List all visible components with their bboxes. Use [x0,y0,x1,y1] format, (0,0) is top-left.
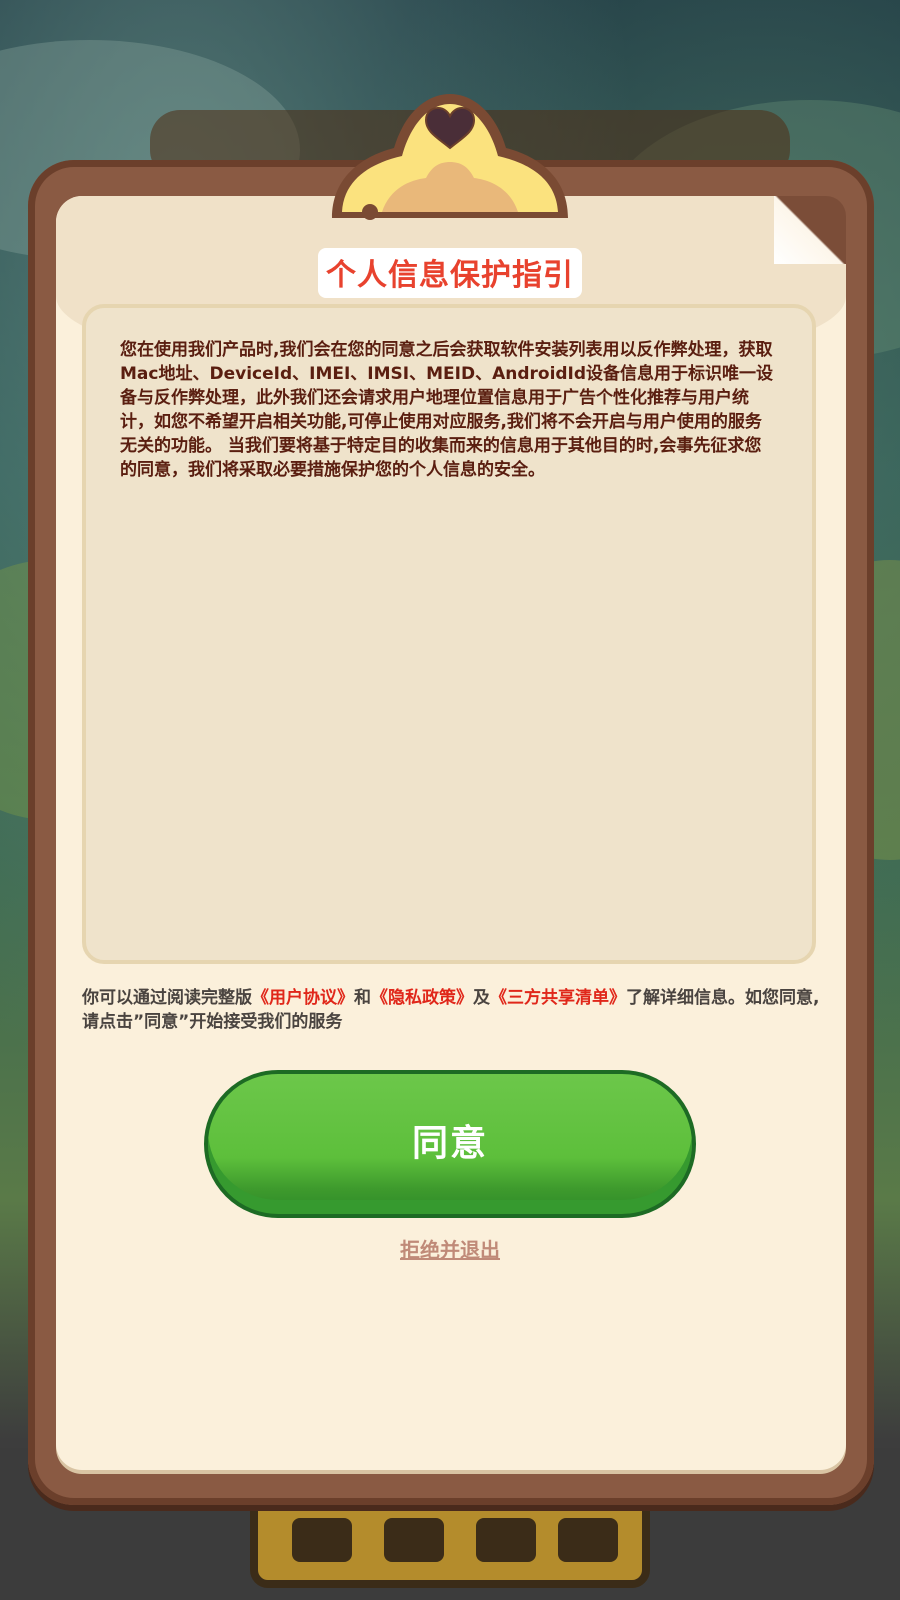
privacy-notice-box[interactable]: 您在使用我们产品时,我们会在您的同意之后会获取软件安装列表用以反作弊处理，获取M… [82,304,816,964]
decline-and-exit-link[interactable]: 拒绝并退出 [0,1234,900,1263]
agree-button[interactable]: 同意 [204,1070,696,1218]
app-screen: 个人信息保护指引 您在使用我们产品时,我们会在您的同意之后会获取软件安装列表用以… [0,0,900,1600]
info-prefix: 你可以通过阅读完整版 [82,988,252,1008]
dialog-title-text: 个人信息保护指引 [318,248,582,298]
info-conjunction-also: 及 [473,988,490,1008]
agree-button-label: 同意 [411,1123,488,1164]
policy-info-text: 你可以通过阅读完整版《用户协议》和《隐私政策》及《三方共享清单》了解详细信息。如… [82,986,822,1034]
third-party-sharing-list-link[interactable]: 《三方共享清单》 [490,988,626,1008]
info-conjunction-and: 和 [354,988,371,1008]
privacy-policy-link[interactable]: 《隐私政策》 [371,988,473,1008]
heart-clip-icon [332,94,568,220]
dialog-title: 个人信息保护指引 [0,248,900,298]
user-agreement-link[interactable]: 《用户协议》 [252,988,354,1008]
privacy-notice-text: 您在使用我们产品时,我们会在您的同意之后会获取软件安装列表用以反作弊处理，获取M… [120,340,774,480]
